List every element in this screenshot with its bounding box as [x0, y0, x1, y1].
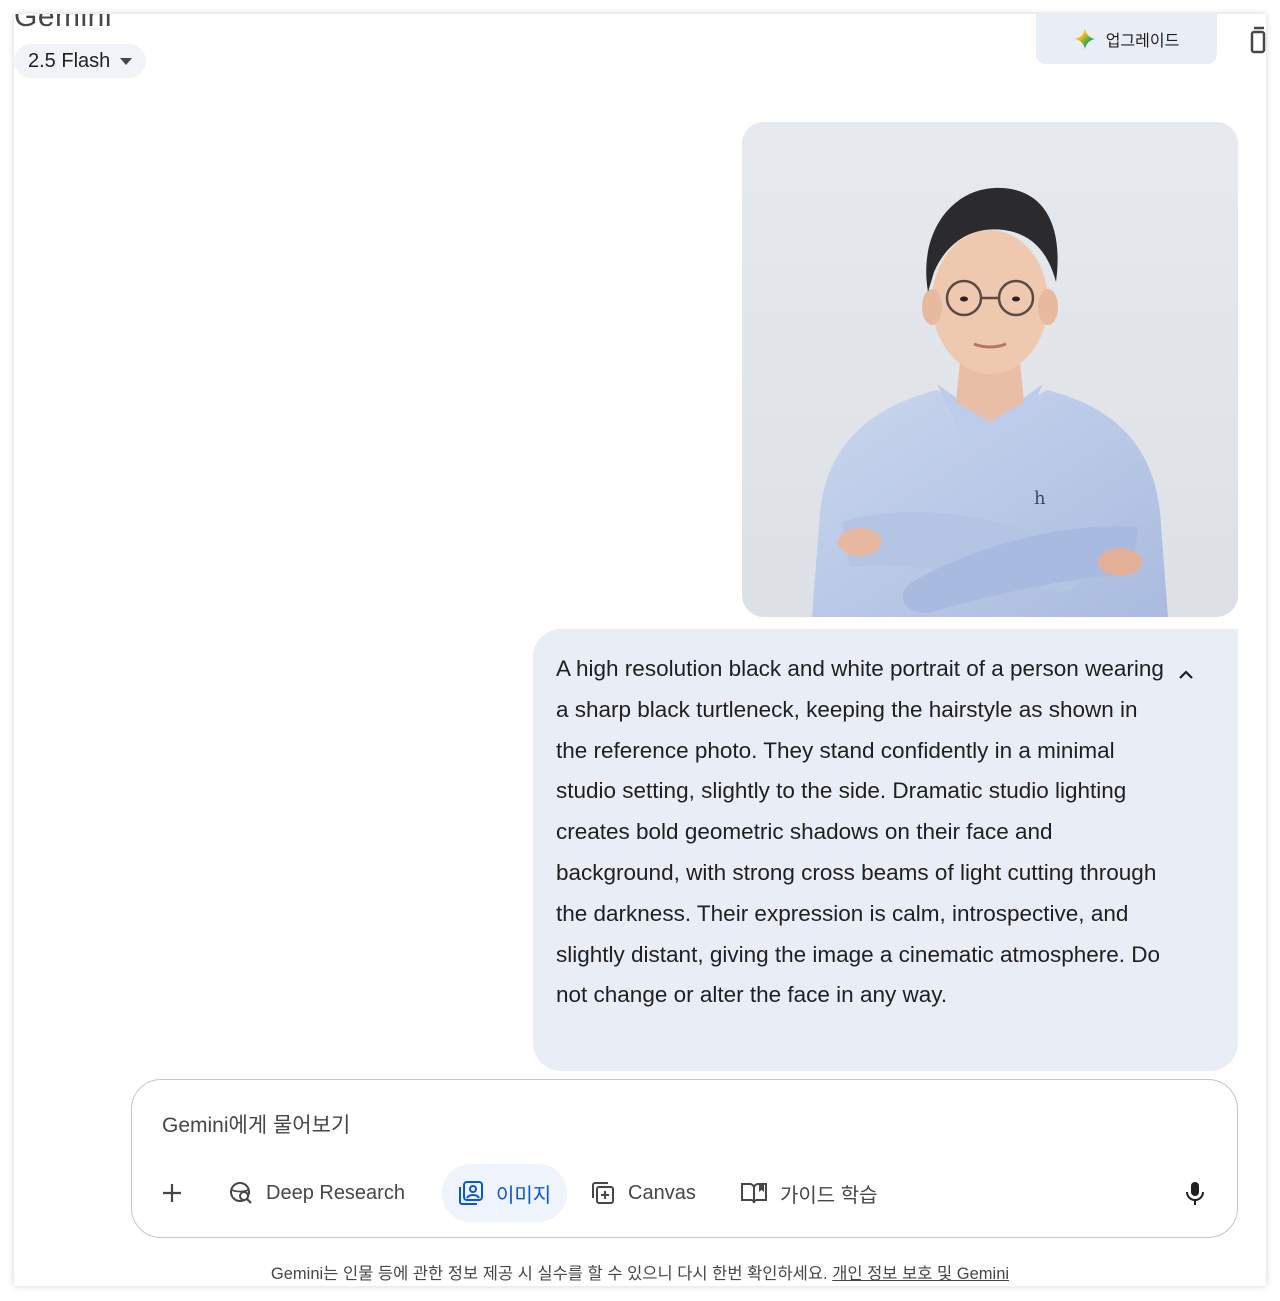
image-tool-label: 이미지 [496, 1184, 552, 1207]
model-picker-label: 2.5 Flash [28, 49, 111, 72]
guided-learning-button[interactable]: 가이드 학습 [740, 1164, 878, 1222]
microphone-icon [1186, 1182, 1204, 1205]
microphone-button[interactable] [1184, 1164, 1206, 1222]
canvas-button[interactable]: Canvas [590, 1164, 696, 1222]
upgrade-button[interactable]: 업그레이드 [1036, 14, 1217, 64]
deep-research-button[interactable]: Deep Research [228, 1164, 405, 1222]
user-prompt-bubble: A high resolution black and white portra… [533, 629, 1238, 1071]
svg-text:h: h [1034, 488, 1046, 509]
deep-research-label: Deep Research [266, 1181, 405, 1204]
gemini-window: Gemini 2.5 Flash 업그레이드 h A high resoluti… [14, 14, 1266, 1286]
collapse-button[interactable] [1174, 663, 1198, 687]
prompt-input[interactable]: Gemini에게 물어보기 [162, 1109, 350, 1139]
disclaimer: Gemini는 인물 등에 관한 정보 제공 시 실수를 할 수 있으니 다시 … [14, 1260, 1266, 1284]
privacy-link[interactable]: 개인 정보 보호 및 Gemini [832, 1265, 1009, 1283]
portrait-illustration: h [742, 122, 1238, 617]
plus-icon [163, 1184, 181, 1202]
book-icon [741, 1183, 767, 1204]
chevron-down-icon [120, 57, 133, 65]
upgrade-label: 업그레이드 [1105, 33, 1180, 50]
deep-research-icon [230, 1182, 252, 1204]
model-picker[interactable]: 2.5 Flash [14, 44, 147, 78]
guided-learning-label: 가이드 학습 [780, 1184, 878, 1207]
add-button[interactable] [160, 1164, 184, 1222]
edit-chat-icon[interactable] [1250, 24, 1266, 54]
user-prompt-text: A high resolution black and white portra… [556, 656, 1164, 1008]
uploaded-photo[interactable]: h [742, 122, 1238, 617]
prompt-input-box[interactable]: Gemini에게 물어보기 Deep Research 이미지 Canvas 가… [131, 1079, 1238, 1238]
app-title: Gemini [14, 14, 113, 33]
gemini-spark-icon [1074, 28, 1095, 50]
disclaimer-text: Gemini는 인물 등에 관한 정보 제공 시 실수를 할 수 있으니 다시 … [270, 1265, 828, 1283]
chevron-up-icon [1179, 670, 1193, 679]
canvas-label: Canvas [628, 1181, 696, 1204]
image-tool-button[interactable]: 이미지 [442, 1164, 568, 1222]
image-icon [459, 1181, 483, 1205]
canvas-icon [592, 1182, 614, 1204]
input-toolbar: Deep Research 이미지 Canvas 가이드 학습 [132, 1164, 1237, 1222]
